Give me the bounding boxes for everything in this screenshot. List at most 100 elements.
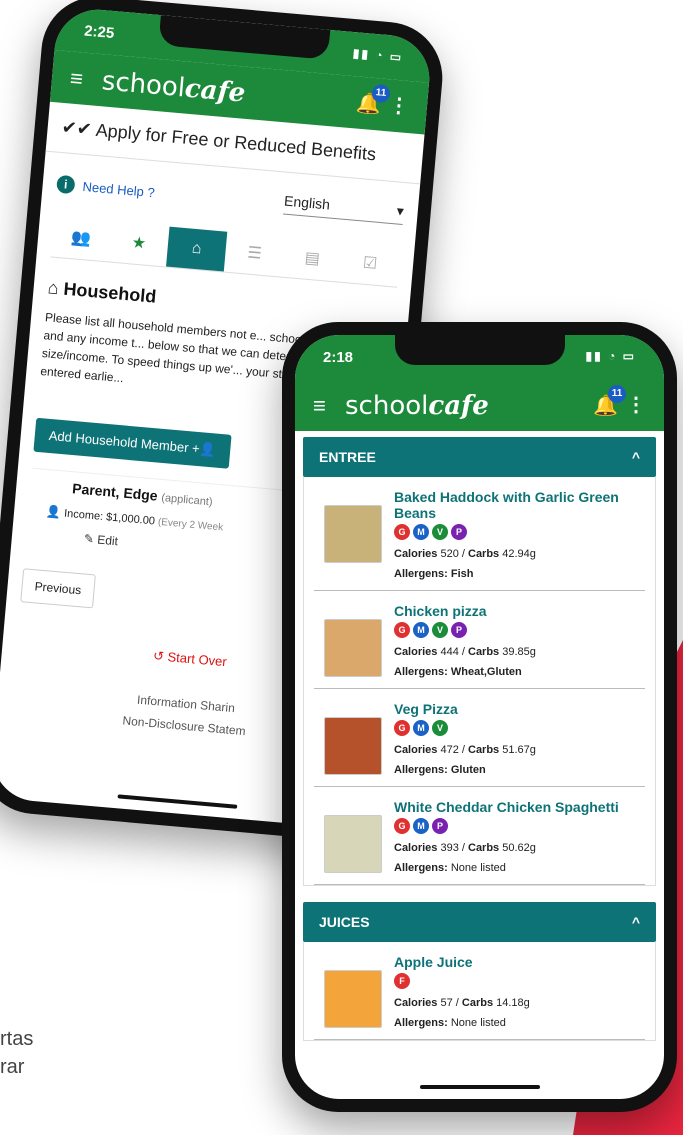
menu-items: Apple Juice F Calories 57 / Carbs 14.18g Al…: [303, 942, 656, 1041]
undo-icon: ↺: [152, 647, 165, 664]
app-header: ≡ schoolcafe 🔔 11 ⋮: [295, 379, 664, 431]
food-image: [324, 505, 382, 563]
step-document-icon[interactable]: ▤: [282, 237, 343, 282]
dietary-badge-icon: P: [451, 622, 467, 638]
calories-label: Calories: [394, 842, 438, 854]
menu-item-name[interactable]: Veg Pizza: [394, 701, 635, 717]
dietary-badge-icon: P: [432, 818, 448, 834]
allergens-value: Gluten: [450, 764, 486, 776]
allergens-line: Allergens: None listed: [394, 1017, 635, 1029]
calories-label: Calories: [394, 997, 438, 1009]
menu-item-info: White Cheddar Chicken Spaghetti G M P Calori…: [394, 799, 635, 874]
application-steps: 👥 ★ ⌂ ☰ ▤ ☑: [50, 216, 401, 288]
menu-item-name[interactable]: Chicken pizza: [394, 603, 635, 619]
chevron-up-icon[interactable]: ^: [632, 902, 640, 942]
menu-item-info: Apple Juice F Calories 57 / Carbs 14.18g Al…: [394, 954, 635, 1029]
allergens-value: Fish: [450, 568, 474, 580]
more-options-icon[interactable]: ⋮: [388, 92, 410, 119]
calories-value: 393 /: [437, 842, 468, 854]
food-image: [324, 815, 382, 873]
menu-item-name[interactable]: White Cheddar Chicken Spaghetti: [394, 799, 635, 815]
calories-value: 520 /: [437, 548, 468, 560]
carbs-value: 39.85g: [499, 646, 536, 658]
food-image: [324, 970, 382, 1028]
schoolcafe-logo: schoolcafe: [100, 66, 247, 109]
dietary-badge-icon: G: [394, 622, 410, 638]
menu-item[interactable]: Veg Pizza G M V Calories 472 / Carbs 51.67g A…: [314, 689, 645, 787]
notification-badge: 11: [608, 385, 626, 403]
calories-value: 57 /: [437, 997, 462, 1009]
step-list-icon[interactable]: ☰: [224, 232, 285, 277]
dietary-badge-icon: G: [394, 524, 410, 540]
category-title: ENTREE: [319, 449, 376, 465]
hamburger-menu-icon[interactable]: ≡: [69, 65, 84, 92]
notification-badge: 11: [371, 83, 391, 104]
pencil-icon: ✎: [83, 531, 95, 547]
phone-menu: 2:18 ▮▮ ◔ ▭ ≡ schoolcafe 🔔 11 ⋮ ENTREE ^ B…: [282, 322, 677, 1112]
step-students-icon[interactable]: 👥: [50, 217, 111, 262]
calories-label: Calories: [394, 744, 438, 756]
nutrition-line: Calories 472 / Carbs 51.67g: [394, 744, 635, 756]
menu-item-info: Veg Pizza G M V Calories 472 / Carbs 51.67g A…: [394, 701, 635, 776]
carbs-value: 51.67g: [499, 744, 536, 756]
dietary-badge-icon: V: [432, 622, 448, 638]
dietary-badge-icon: F: [394, 973, 410, 989]
menu-item-info: Chicken pizza G M V P Calories 444 / Carbs 39…: [394, 603, 635, 678]
carbs-label: Carbs: [461, 997, 494, 1009]
dietary-badges: GMP: [394, 818, 635, 834]
menu-item-name[interactable]: Apple Juice: [394, 954, 635, 970]
previous-button[interactable]: Previous: [20, 568, 96, 609]
step-star-icon[interactable]: ★: [108, 222, 169, 267]
step-household-icon[interactable]: ⌂: [166, 226, 228, 272]
home-icon: ⌂: [46, 277, 60, 299]
category-header[interactable]: ENTREE ^: [303, 437, 656, 477]
menu-item[interactable]: Baked Haddock with Garlic Green Beans G M V…: [314, 477, 645, 591]
add-household-member-button[interactable]: Add Household Member +👤: [33, 417, 232, 469]
double-check-icon: ✔✔: [60, 116, 93, 140]
step-checkbox-icon[interactable]: ☑: [339, 242, 400, 287]
menu-list[interactable]: ENTREE ^ Baked Haddock with Garlic Green B…: [295, 431, 664, 1087]
menu-item[interactable]: Chicken pizza G M V P Calories 444 / Carbs 39…: [314, 591, 645, 689]
need-help-link[interactable]: i Need Help ?: [56, 174, 155, 201]
menu-items: Baked Haddock with Garlic Green Beans G M V…: [303, 477, 656, 886]
dietary-badge-icon: M: [413, 818, 429, 834]
status-time: 2:25: [83, 22, 115, 43]
allergens-line: Allergens: Gluten: [394, 764, 635, 776]
category-spacer: [303, 886, 656, 902]
carbs-label: Carbs: [468, 744, 500, 756]
menu-item[interactable]: White Cheddar Chicken Spaghetti G M P Calori…: [314, 787, 645, 885]
language-select[interactable]: English ▾: [283, 192, 405, 225]
signal-wifi-battery-icon: ▮▮ ◔ ▭: [585, 349, 636, 363]
nutrition-line: Calories 444 / Carbs 39.85g: [394, 646, 635, 658]
menu-item[interactable]: Apple Juice F Calories 57 / Carbs 14.18g Al…: [314, 942, 645, 1040]
dietary-badge-icon: V: [432, 524, 448, 540]
allergens-line: Allergens: None listed: [394, 862, 635, 874]
more-options-icon[interactable]: ⋮: [626, 392, 646, 417]
background-text: rtas rar: [0, 1028, 34, 1078]
dietary-badge-icon: G: [394, 818, 410, 834]
carbs-value: 42.94g: [499, 548, 536, 560]
dietary-badges: GMV: [394, 720, 635, 736]
signal-wifi-battery-icon: ▮▮ ◔ ▭: [352, 46, 404, 65]
dietary-badge-icon: G: [394, 720, 410, 736]
carbs-value: 50.62g: [499, 842, 536, 854]
add-person-icon: +👤: [191, 440, 217, 458]
chevron-up-icon[interactable]: ^: [632, 437, 640, 477]
home-indicator: [419, 1085, 540, 1089]
calories-value: 472 /: [437, 744, 468, 756]
calories-value: 444 /: [437, 646, 468, 658]
dietary-badge-icon: M: [413, 524, 429, 540]
phone-screen: 2:18 ▮▮ ◔ ▭ ≡ schoolcafe 🔔 11 ⋮ ENTREE ^ B…: [295, 335, 664, 1099]
dietary-badges: GMVP: [394, 622, 635, 638]
allergens-value: Wheat,Gluten: [450, 666, 522, 678]
dietary-badge-icon: P: [451, 524, 467, 540]
hamburger-menu-icon[interactable]: ≡: [313, 393, 326, 419]
food-image: [324, 717, 382, 775]
menu-item-name[interactable]: Baked Haddock with Garlic Green Beans: [394, 489, 635, 521]
category-header[interactable]: JUICES ^: [303, 902, 656, 942]
home-indicator: [117, 794, 238, 809]
allergens-label: Allergens:: [394, 1017, 451, 1029]
dropdown-arrow-icon: ▾: [396, 202, 405, 219]
schoolcafe-logo: schoolcafe: [345, 391, 489, 421]
allergens-value: None listed: [450, 1017, 506, 1029]
